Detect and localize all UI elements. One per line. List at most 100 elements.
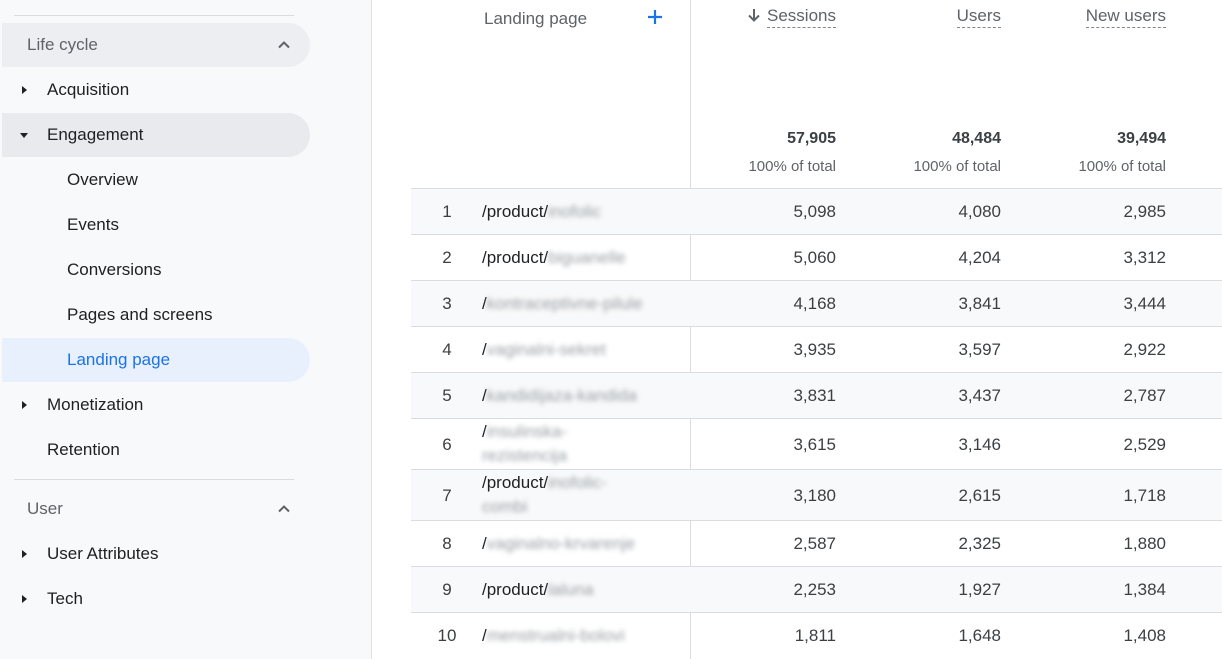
sidebar-item-landing-page[interactable]: Landing page xyxy=(2,338,310,382)
sidebar-item-events[interactable]: Events xyxy=(2,203,310,247)
table-row[interactable]: 2 /product/biguanelle 5,060 4,204 3,312 xyxy=(411,234,1222,280)
row-index: 9 xyxy=(442,580,452,599)
landing-page-path[interactable]: /product/laluna xyxy=(482,578,642,602)
new-users-cell: 1,880 xyxy=(1123,534,1166,553)
sessions-cell: 5,098 xyxy=(793,202,836,221)
redacted-text: vaginalni-sekret xyxy=(486,340,606,359)
new-users-cell: 2,787 xyxy=(1123,386,1166,405)
landing-page-path[interactable]: /vaginalno-krvarenje xyxy=(482,532,682,556)
users-cell: 3,597 xyxy=(958,340,1001,359)
row-index: 1 xyxy=(442,202,452,221)
total-users: 48,484 xyxy=(952,130,1001,147)
dimension-header[interactable]: Landing page xyxy=(484,9,587,29)
column-header-new-users[interactable]: New users xyxy=(1006,6,1166,28)
sidebar-item-label: Conversions xyxy=(67,260,162,279)
sessions-cell: 1,811 xyxy=(794,626,836,645)
sidebar-item-label: Events xyxy=(67,215,119,234)
sidebar-item-label: Landing page xyxy=(67,350,171,369)
table-row[interactable]: 7 /product/inofolic-combi 3,180 2,615 1,… xyxy=(411,469,1222,520)
row-index: 7 xyxy=(442,486,452,505)
total-users-pct: 100% of total xyxy=(913,158,1001,175)
arrow-down-icon xyxy=(748,9,760,22)
table-row[interactable]: 5 /kandidijaza-kandida 3,831 3,437 2,787 xyxy=(411,372,1222,418)
sidebar-item-monetization[interactable]: Monetization xyxy=(2,383,310,427)
sidebar-item-label: User Attributes xyxy=(47,544,159,563)
caret-right-icon xyxy=(22,595,27,603)
table-row[interactable]: 8 /vaginalno-krvarenje 2,587 2,325 1,880 xyxy=(411,520,1222,566)
column-header-users[interactable]: Users xyxy=(841,6,1001,28)
sidebar-item-label: Overview xyxy=(67,170,138,189)
users-cell: 3,146 xyxy=(958,435,1001,454)
new-users-cell: 2,529 xyxy=(1123,435,1166,454)
total-sessions: 57,905 xyxy=(787,130,836,147)
new-users-cell: 3,312 xyxy=(1123,248,1166,267)
sidebar-item-conversions[interactable]: Conversions xyxy=(2,248,310,292)
row-index: 4 xyxy=(442,340,452,359)
redacted-text: menstrualni-bolovi xyxy=(486,626,625,645)
new-users-cell: 2,985 xyxy=(1123,202,1166,221)
caret-right-icon xyxy=(22,401,27,409)
landing-page-path[interactable]: /product/inofolic-combi xyxy=(482,471,632,519)
landing-page-path[interactable]: /insulinska-rezistencija xyxy=(482,420,602,468)
section-header-user[interactable]: User xyxy=(2,487,310,531)
landing-page-path[interactable]: /product/biguanelle xyxy=(482,246,642,270)
sidebar-nav: Life cycle Acquisition Engagement Overvi… xyxy=(0,0,372,659)
new-users-cell: 1,408 xyxy=(1123,626,1166,645)
table-row[interactable]: 9 /product/laluna 2,253 1,927 1,384 xyxy=(411,566,1222,612)
section-header-lifecycle[interactable]: Life cycle xyxy=(2,23,310,67)
sidebar-item-engagement[interactable]: Engagement xyxy=(2,113,310,157)
column-header-label: Sessions xyxy=(767,6,836,28)
redacted-text: biguanelle xyxy=(548,248,626,267)
users-cell: 2,325 xyxy=(958,534,1001,553)
sidebar-item-acquisition[interactable]: Acquisition xyxy=(2,68,310,112)
add-dimension-icon[interactable] xyxy=(646,8,664,26)
caret-down-icon xyxy=(20,133,28,138)
sessions-cell: 2,253 xyxy=(793,580,836,599)
row-index: 2 xyxy=(442,248,452,267)
column-header-label: Users xyxy=(956,6,1001,28)
sessions-cell: 5,060 xyxy=(793,248,836,267)
sidebar-item-retention[interactable]: Retention xyxy=(2,428,310,472)
chevron-up-icon xyxy=(278,41,290,49)
sessions-cell: 4,168 xyxy=(793,294,836,313)
row-index: 6 xyxy=(442,435,452,454)
redacted-text: laluna xyxy=(548,580,594,599)
users-cell: 3,437 xyxy=(958,386,1001,405)
landing-page-path[interactable]: /kandidijaza-kandida xyxy=(482,384,682,408)
sidebar-item-label: Acquisition xyxy=(47,80,130,99)
sidebar-item-user-attributes[interactable]: User Attributes xyxy=(2,532,310,576)
landing-page-path[interactable]: /vaginalni-sekret xyxy=(482,338,642,362)
sidebar-item-overview[interactable]: Overview xyxy=(2,158,310,202)
table-row[interactable]: 10 /menstrualni-bolovi 1,811 1,648 1,408 xyxy=(411,612,1222,659)
table-row[interactable]: 1 /product/inofolic 5,098 4,080 2,985 xyxy=(411,188,1222,234)
divider xyxy=(14,15,294,16)
landing-page-path[interactable]: /kontraceptivne-pilule xyxy=(482,292,682,316)
sidebar-item-label: Monetization xyxy=(47,395,144,414)
sidebar-item-label: Pages and screens xyxy=(67,305,213,324)
redacted-text: inofolic xyxy=(548,202,602,221)
divider xyxy=(14,479,294,480)
total-new-users: 39,494 xyxy=(1117,130,1166,147)
sessions-cell: 2,587 xyxy=(793,534,836,553)
sidebar-item-label: Engagement xyxy=(47,125,144,144)
landing-page-path[interactable]: /product/inofolic xyxy=(482,200,642,224)
table-row[interactable]: 3 /kontraceptivne-pilule 4,168 3,841 3,4… xyxy=(411,280,1222,326)
sessions-cell: 3,615 xyxy=(793,435,836,454)
column-header-label: New users xyxy=(1085,6,1166,28)
section-header-label: User xyxy=(27,499,63,518)
landing-page-path[interactable]: /menstrualni-bolovi xyxy=(482,624,682,648)
total-new-users-pct: 100% of total xyxy=(1078,158,1166,175)
row-index: 3 xyxy=(442,294,452,313)
redacted-text: insulinska-rezistencija xyxy=(482,422,568,465)
table-row[interactable]: 4 /vaginalni-sekret 3,935 3,597 2,922 xyxy=(411,326,1222,372)
redacted-text: vaginalno-krvarenje xyxy=(486,534,636,553)
users-cell: 4,204 xyxy=(958,248,1001,267)
table-row[interactable]: 6 /insulinska-rezistencija 3,615 3,146 2… xyxy=(411,418,1222,469)
sessions-cell: 3,935 xyxy=(793,340,836,359)
sidebar-item-pages-and-screens[interactable]: Pages and screens xyxy=(2,293,310,337)
column-header-sessions[interactable]: Sessions xyxy=(676,6,836,28)
new-users-cell: 3,444 xyxy=(1123,294,1166,313)
new-users-cell: 1,384 xyxy=(1123,580,1166,599)
new-users-cell: 2,922 xyxy=(1123,340,1166,359)
sidebar-item-tech[interactable]: Tech xyxy=(2,577,310,621)
